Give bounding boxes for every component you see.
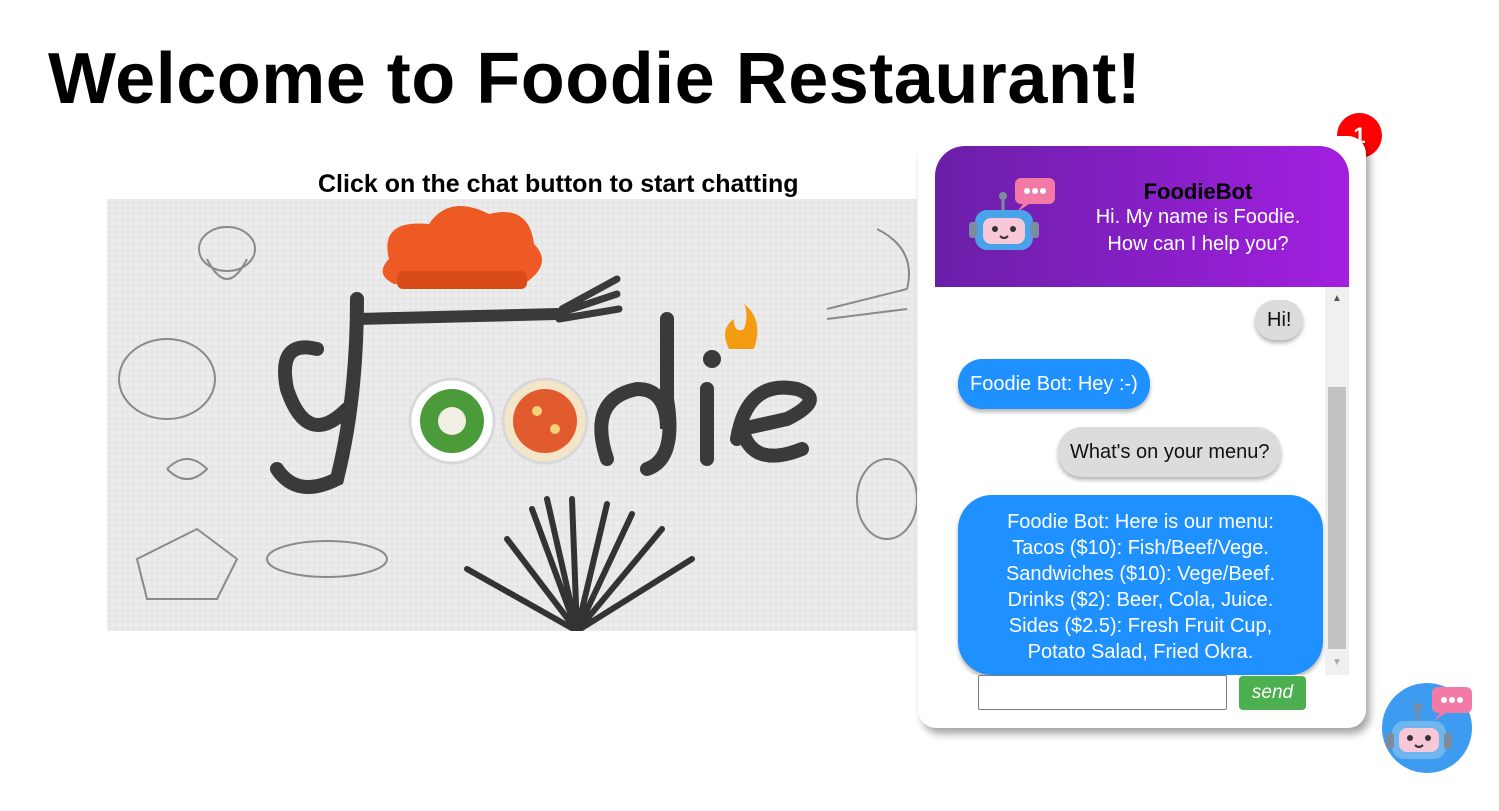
page-subtitle: Click on the chat button to start chatti… [318,170,799,198]
chat-message-input[interactable] [978,675,1227,710]
user-message: Hi! [1255,300,1304,340]
user-message: What's on your menu? [1058,427,1282,477]
scroll-thumb[interactable] [1328,387,1346,649]
scroll-up-arrow-icon[interactable]: ▲ [1325,289,1349,309]
chat-panel: FoodieBot Hi. My name is Foodie. How can… [918,136,1366,728]
bot-name: FoodieBot [1143,179,1253,204]
chat-launcher-button[interactable] [1382,683,1472,773]
bot-message: Foodie Bot: Hey :-) [958,359,1150,409]
send-button[interactable]: send [1239,676,1306,710]
robot-chat-icon [1386,687,1472,759]
message-scrollbar[interactable]: ▲ ▼ [1325,287,1349,675]
scroll-down-arrow-icon[interactable]: ▼ [1325,653,1349,673]
message-list[interactable]: Hi! Foodie Bot: Hey :-) What's on your m… [935,287,1339,675]
chat-header: FoodieBot Hi. My name is Foodie. How can… [935,146,1349,287]
robot-chat-icon [967,176,1059,261]
hero-image [107,199,917,631]
page-title: Welcome to Foodie Restaurant! [48,39,1142,119]
bot-message: Foodie Bot: Here is our menu: Tacos ($10… [958,495,1323,675]
bot-greeting: Hi. My name is Foodie. How can I help yo… [1095,206,1301,255]
